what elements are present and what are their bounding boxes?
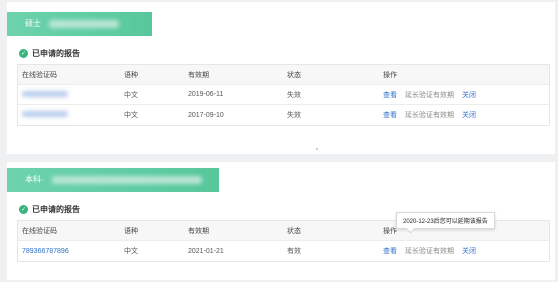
extend-validity-link[interactable]: 延长验证有效期 xyxy=(405,246,454,256)
header-valid-until: 有效期 xyxy=(188,227,209,235)
valid-until-cell: 2021-01-21 xyxy=(188,247,224,255)
check-circle-icon: ✓ xyxy=(19,205,28,214)
verification-code[interactable]: 789366787896 xyxy=(18,248,120,255)
degree-banner: 硕士 xyxy=(7,12,152,36)
header-code: 在线验证码 xyxy=(22,71,57,79)
actions-cell: 查看 延长验证有效期 关闭 xyxy=(379,246,547,256)
header-actions: 操作 xyxy=(383,71,397,79)
valid-until-cell: 2017-09-10 xyxy=(188,111,224,119)
header-status: 状态 xyxy=(287,227,301,235)
verification-code[interactable] xyxy=(18,90,120,99)
table-row: 789366787896 中文 2021-01-21 有效 查看 延长验证有效期… xyxy=(18,241,549,261)
divider-dot xyxy=(316,148,318,150)
view-link[interactable]: 查看 xyxy=(383,246,397,256)
table-header: 在线验证码 语种 有效期 状态 操作 xyxy=(18,65,549,85)
verification-code[interactable] xyxy=(18,111,120,119)
view-link[interactable]: 查看 xyxy=(383,90,397,100)
actions-cell: 查看 延长验证有效期 关闭 xyxy=(379,90,547,100)
valid-until-cell: 2019-06-11 xyxy=(188,91,224,98)
header-status: 状态 xyxy=(287,71,301,79)
view-link[interactable]: 查看 xyxy=(383,110,397,120)
redacted-code xyxy=(22,111,68,117)
close-link[interactable]: 关闭 xyxy=(462,246,476,256)
extend-tooltip: 2020-12-23后您可以延期该报告 xyxy=(396,212,495,229)
extend-validity-link[interactable]: 延长验证有效期 xyxy=(405,90,454,100)
header-language: 语种 xyxy=(124,71,138,79)
close-link[interactable]: 关闭 xyxy=(462,110,476,120)
section-title: ✓ 已申请的报告 xyxy=(19,48,80,59)
report-table: 在线验证码 语种 有效期 状态 操作 中文 2019-06-11 失效 查看 延… xyxy=(17,64,550,126)
check-circle-icon: ✓ xyxy=(19,49,28,58)
language-cell: 中文 xyxy=(124,91,138,99)
language-cell: 中文 xyxy=(124,112,138,119)
status-cell: 有效 xyxy=(287,248,301,255)
table-row: 中文 2019-06-11 失效 查看 延长验证有效期 关闭 xyxy=(18,85,549,105)
header-language: 语种 xyxy=(124,227,138,235)
table-row: 中文 2017-09-10 失效 查看 延长验证有效期 关闭 xyxy=(18,105,549,125)
header-code: 在线验证码 xyxy=(22,227,57,235)
extend-validity-link[interactable]: 延长验证有效期 xyxy=(405,110,454,120)
report-card-masters: 硕士 ✓ 已申请的报告 在线验证码 语种 有效期 状态 操作 中文 2019-0… xyxy=(7,2,555,154)
section-title-text: 已申请的报告 xyxy=(32,49,80,58)
language-cell: 中文 xyxy=(124,248,138,255)
status-cell: 失效 xyxy=(287,91,301,99)
redacted-code xyxy=(22,90,68,97)
header-valid-until: 有效期 xyxy=(188,71,209,79)
close-link[interactable]: 关闭 xyxy=(462,90,476,100)
redacted-name xyxy=(51,175,202,184)
section-title: ✓ 已申请的报告 xyxy=(19,204,80,215)
status-cell: 失效 xyxy=(287,112,301,119)
redacted-name xyxy=(49,19,120,28)
actions-cell: 查看 延长验证有效期 关闭 xyxy=(379,110,547,120)
section-title-text: 已申请的报告 xyxy=(32,205,80,214)
degree-banner: 本科· xyxy=(7,168,219,192)
degree-label: 本科· xyxy=(25,175,44,184)
degree-label: 硕士 xyxy=(25,19,41,28)
